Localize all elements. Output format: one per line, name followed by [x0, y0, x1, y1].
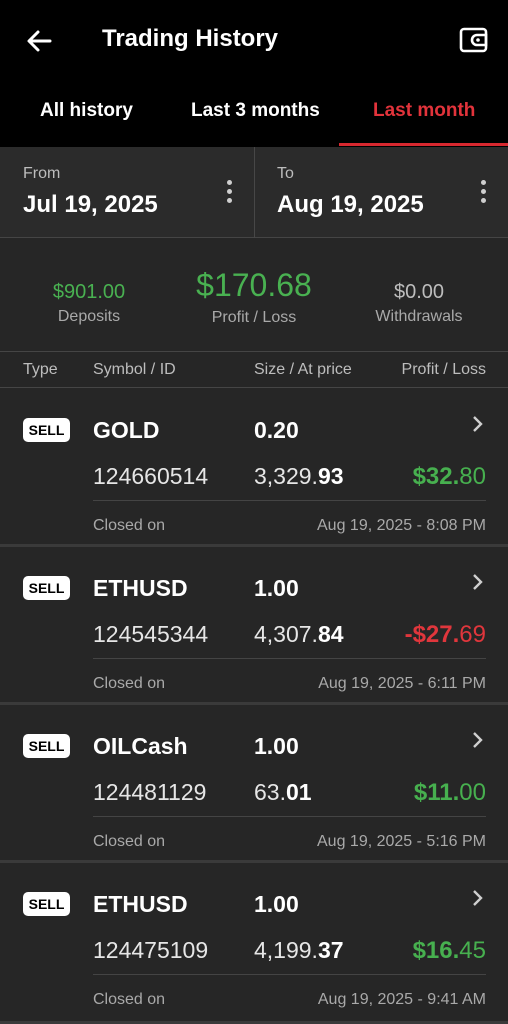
- trade-symbol: GOLD: [93, 417, 160, 443]
- trade-profit-loss: -$27.69: [404, 621, 486, 648]
- profit-loss-summary: $170.68 Profit / Loss: [174, 267, 334, 327]
- deposits-value: $901.00: [52, 281, 126, 303]
- tab-all-history[interactable]: All history: [40, 100, 133, 122]
- chevron-right-icon[interactable]: [470, 730, 486, 750]
- trade-row[interactable]: SELL ETHUSD 1.00 124545344 4,307.84 -$27…: [0, 547, 508, 705]
- to-date[interactable]: Aug 19, 2025: [277, 191, 424, 219]
- trade-symbol: ETHUSD: [93, 575, 188, 601]
- row-divider: [93, 974, 486, 975]
- col-size: Size / At price: [254, 361, 352, 378]
- closed-datetime: Aug 19, 2025 - 5:16 PM: [317, 833, 486, 850]
- tab-last-3-months[interactable]: Last 3 months: [191, 100, 320, 122]
- closed-datetime: Aug 19, 2025 - 9:41 AM: [317, 991, 486, 1008]
- withdrawals-label: Withdrawals: [375, 308, 463, 325]
- closed-label: Closed on: [93, 991, 166, 1008]
- row-divider: [93, 658, 486, 659]
- trade-row[interactable]: SELL OILCash 1.00 124481129 63.01 $11.00…: [0, 705, 508, 863]
- arrow-left-icon[interactable]: [22, 24, 56, 58]
- row-divider: [93, 816, 486, 817]
- from-date[interactable]: Jul 19, 2025: [23, 191, 158, 219]
- trade-id: 124545344: [93, 621, 209, 647]
- chevron-right-icon[interactable]: [470, 414, 486, 434]
- to-more-icon[interactable]: [478, 180, 488, 206]
- col-symbol: Symbol / ID: [93, 361, 176, 378]
- closed-label: Closed on: [93, 517, 166, 534]
- trade-profit-loss: $16.45: [412, 937, 486, 964]
- trade-size: 1.00: [254, 733, 299, 759]
- trade-type-badge: SELL: [23, 576, 70, 600]
- chevron-right-icon[interactable]: [470, 572, 486, 592]
- trade-type-badge: SELL: [23, 734, 70, 758]
- trade-price: 3,329.93: [254, 463, 344, 489]
- withdrawals-value: $0.00: [393, 281, 445, 303]
- trade-price: 4,307.84: [254, 621, 344, 647]
- active-tab-indicator: [339, 143, 508, 146]
- col-type: Type: [23, 361, 58, 378]
- trade-size: 1.00: [254, 575, 299, 601]
- trade-row[interactable]: SELL GOLD 0.20 124660514 3,329.93 $32.80…: [0, 389, 508, 547]
- deposits-label: Deposits: [57, 308, 121, 325]
- col-profit-loss: Profit / Loss: [401, 361, 486, 378]
- profit-loss-label: Profit / Loss: [211, 309, 297, 326]
- closed-datetime: Aug 19, 2025 - 6:11 PM: [318, 675, 486, 692]
- trade-price: 4,199.37: [254, 937, 344, 963]
- from-label: From: [23, 165, 61, 182]
- trade-id: 124481129: [93, 779, 207, 805]
- trade-size: 0.20: [254, 417, 299, 443]
- chevron-right-icon[interactable]: [470, 888, 486, 908]
- trade-size: 1.00: [254, 891, 299, 917]
- deposits-summary: $901.00 Deposits: [39, 281, 139, 326]
- trade-symbol: ETHUSD: [93, 891, 188, 917]
- range-divider: [254, 147, 255, 238]
- tab-last-month[interactable]: Last month: [373, 100, 475, 122]
- closed-label: Closed on: [93, 675, 166, 692]
- trade-profit-loss: $11.00: [413, 779, 486, 806]
- trade-symbol: OILCash: [93, 733, 188, 759]
- trade-profit-loss: $32.80: [412, 463, 486, 490]
- page-title: Trading History: [102, 25, 279, 52]
- closed-datetime: Aug 19, 2025 - 8:08 PM: [317, 517, 486, 534]
- trade-price: 63.01: [254, 779, 312, 805]
- trade-id: 124660514: [93, 463, 209, 489]
- from-more-icon[interactable]: [224, 180, 234, 206]
- trade-type-badge: SELL: [23, 892, 70, 916]
- to-label: To: [277, 165, 294, 182]
- trade-id: 124475109: [93, 937, 209, 963]
- withdrawals-summary: $0.00 Withdrawals: [364, 281, 474, 326]
- trade-type-badge: SELL: [23, 418, 70, 442]
- closed-label: Closed on: [93, 833, 166, 850]
- row-divider: [93, 500, 486, 501]
- trade-row[interactable]: SELL ETHUSD 1.00 124475109 4,199.37 $16.…: [0, 863, 508, 1024]
- app-header: [0, 0, 508, 147]
- profit-loss-value: $170.68: [196, 267, 312, 303]
- wallet-icon[interactable]: [458, 24, 490, 56]
